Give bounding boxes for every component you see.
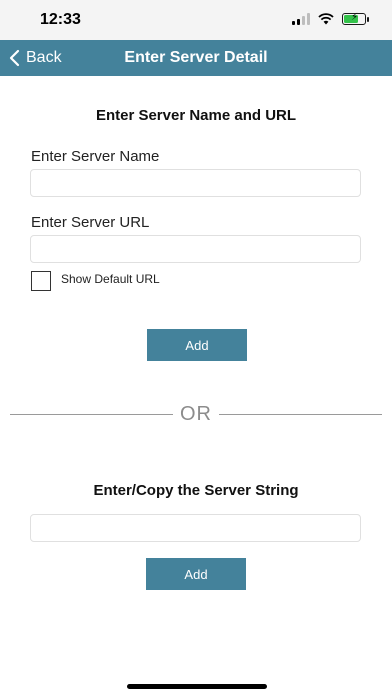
- battery-charging-icon: ⚡: [342, 12, 369, 25]
- home-indicator: [127, 684, 267, 689]
- chevron-left-icon: [8, 49, 20, 67]
- back-label: Back: [26, 49, 62, 66]
- back-button[interactable]: Back: [8, 40, 62, 76]
- server-string-input[interactable]: [30, 514, 361, 542]
- show-default-url-checkbox[interactable]: [31, 271, 51, 291]
- signal-icon: [292, 13, 310, 25]
- server-url-input[interactable]: [30, 235, 361, 263]
- divider-right: [219, 414, 382, 415]
- server-name-label: Enter Server Name: [31, 148, 160, 165]
- server-string-title: Enter/Copy the Server String: [93, 482, 299, 499]
- status-icons: ⚡: [292, 12, 369, 25]
- show-default-url-label: Show Default URL: [61, 272, 160, 286]
- wifi-icon: [318, 13, 334, 25]
- status-bar: 12:33 ⚡: [0, 0, 392, 40]
- server-url-label: Enter Server URL: [31, 214, 150, 231]
- server-name-input[interactable]: [30, 169, 361, 197]
- status-time: 12:33: [40, 11, 81, 28]
- nav-bar: Back Enter Server Detail: [0, 40, 392, 76]
- server-form-title: Enter Server Name and URL: [95, 107, 297, 124]
- add-server-button[interactable]: Add: [147, 329, 247, 361]
- add-server-string-button[interactable]: Add: [146, 558, 246, 590]
